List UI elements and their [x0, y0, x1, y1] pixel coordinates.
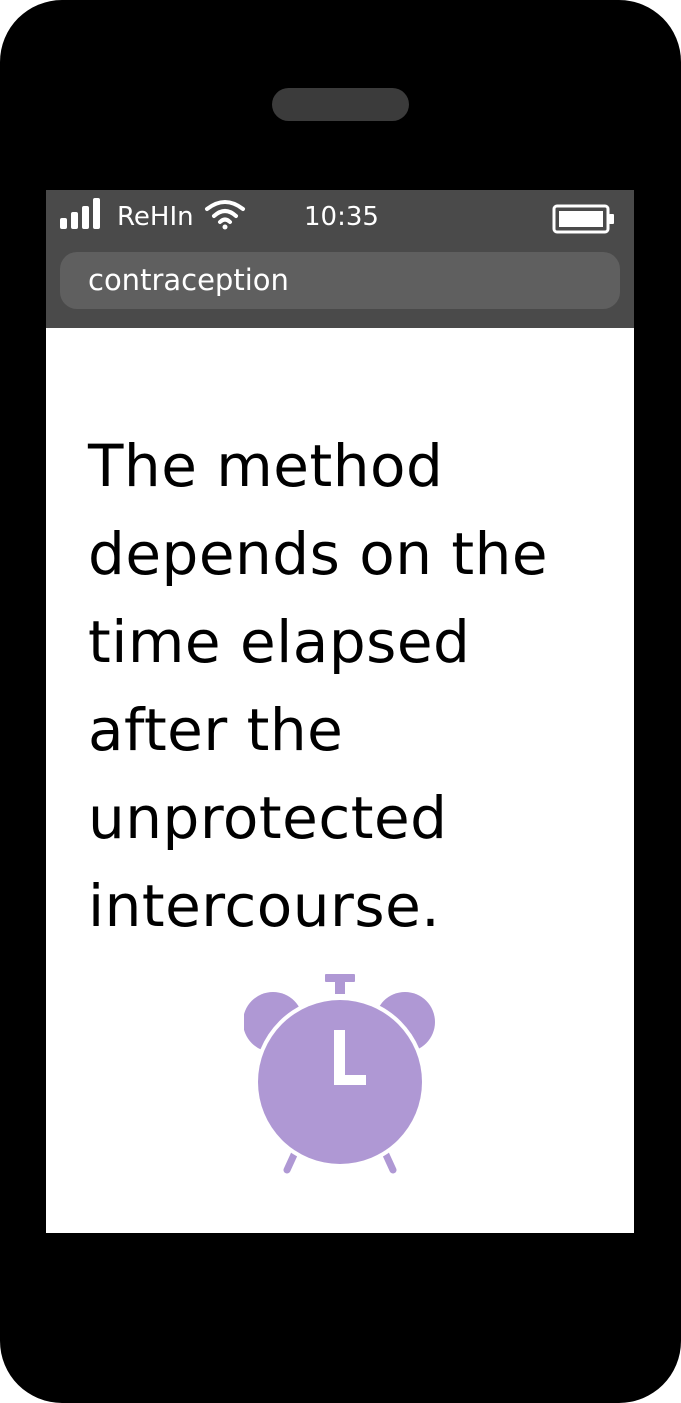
page-headline: The method depends on the time elapsed a… — [88, 432, 549, 940]
alarm-clock-icon — [244, 974, 435, 1174]
wifi-icon — [205, 200, 245, 230]
browser-top-bar: ReHIn 10:35 contraception — [46, 190, 634, 328]
phone-frame: ReHIn 10:35 contraception The method dep… — [0, 0, 681, 1403]
address-bar-text: contraception — [88, 263, 289, 297]
carrier-name: ReHIn — [117, 202, 194, 232]
battery-icon — [552, 204, 614, 234]
phone-screen: ReHIn 10:35 contraception The method dep… — [46, 190, 634, 1233]
address-bar[interactable]: contraception — [60, 252, 620, 309]
speaker-grille — [272, 88, 409, 121]
signal-bars-icon — [60, 198, 100, 229]
status-time: 10:35 — [304, 202, 379, 232]
